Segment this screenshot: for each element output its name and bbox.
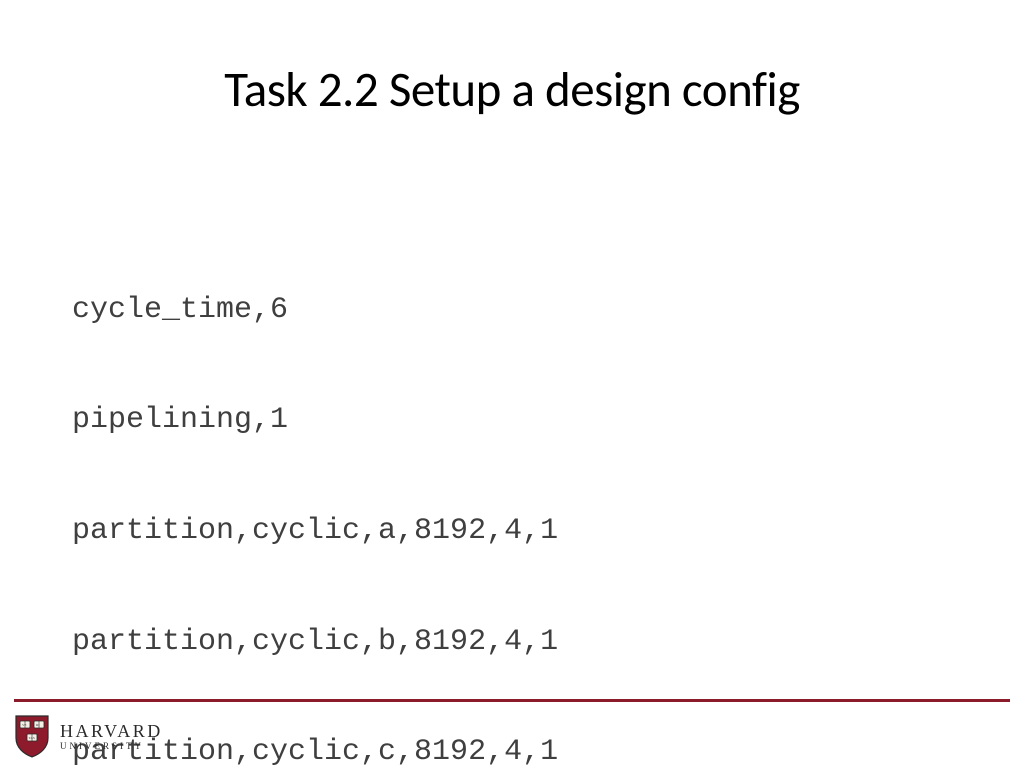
config-line: partition,cyclic,b,8192,4,1 — [72, 624, 576, 661]
footer-subtitle: UNIVERSITY — [60, 742, 163, 751]
slide: Task 2.2 Setup a design config cycle_tim… — [0, 0, 1024, 768]
footer-divider — [14, 699, 1010, 702]
config-code-block: cycle_time,6 pipelining,1 partition,cycl… — [72, 218, 576, 768]
footer-institution: HARVARD — [60, 722, 163, 740]
svg-text:VE: VE — [22, 723, 27, 727]
config-line: pipelining,1 — [72, 402, 576, 439]
harvard-crest-icon: VE RI TAS — [14, 714, 50, 758]
footer: VE RI TAS HARVARD UNIVERSITY — [14, 714, 163, 758]
config-line: partition,cyclic,a,8192,4,1 — [72, 513, 576, 550]
svg-text:TAS: TAS — [29, 736, 35, 740]
footer-brand: HARVARD UNIVERSITY — [60, 722, 163, 751]
config-line: cycle_time,6 — [72, 292, 576, 329]
slide-title: Task 2.2 Setup a design config — [0, 60, 1024, 120]
